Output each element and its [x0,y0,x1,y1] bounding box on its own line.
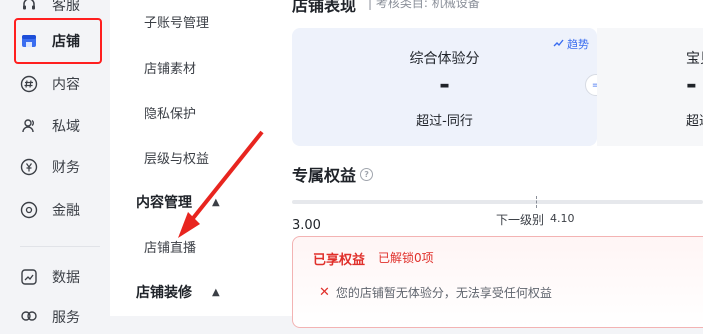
score-label: 综合体验分 [409,51,480,67]
current-score: 3.00 [292,218,321,233]
rail-item-private[interactable]: 私域 [20,109,106,143]
menu-section-content[interactable]: 内容管理 ▲ [136,192,220,212]
exclusive-rights-title: 专属权益 ? [292,162,374,186]
secondary-menu: 子账号管理 店铺素材 隐私保护 层级与权益 内容管理 ▲ 店铺直播 店铺装修 ▲ [110,0,273,316]
coin-icon [20,201,38,219]
chart-icon [20,268,38,286]
rail-item-finance[interactable]: 财务 [20,150,106,184]
menu-item-subaccount[interactable]: 子账号管理 [144,12,209,31]
rail-item-label: 数据 [52,270,80,286]
help-icon[interactable]: ? [360,167,374,181]
chevron-up-icon: ▲ [212,286,220,298]
yen-icon [20,158,38,176]
rail-item-label: 财务 [52,160,80,176]
section-label: 店铺装修 [136,285,192,301]
next-level-label: 下一级别 [496,213,545,227]
score-value: - [439,70,450,100]
level-progress-bar [292,200,703,204]
shop-performance-title: 店铺表现 [292,0,357,15]
rail-item-data[interactable]: 数据 [20,260,106,294]
next-level-score: 4.10 [550,212,575,225]
item-score-beat: 超过 [686,114,703,129]
close-icon: ✕ [319,285,330,300]
users-icon [20,117,38,135]
rail-item-label: 金融 [52,203,80,219]
menu-section-decoration[interactable]: 店铺装修 ▲ [136,282,220,302]
no-rights-message: ✕ 您的店铺暂无体验分，无法享受任何权益 [319,284,552,301]
left-rail: 客服 店铺 内容 私域 财务 金融 数据 服务 [0,0,110,326]
highlight-box [14,18,102,64]
rail-item-service[interactable]: 服务 [20,300,106,334]
category-label: | 考核类目: 机械设备 [368,0,480,10]
section-label: 内容管理 [136,195,192,211]
rail-item-label: 服务 [52,310,80,326]
menu-item-store-assets[interactable]: 店铺素材 [144,58,196,77]
chevron-up-icon: ▲ [212,196,220,208]
main-panel: 店铺表现 | 考核类目: 机械设备 趋势 综合体验分 - 超过-同行 = 宝贝 … [272,0,703,328]
no-rights-text: 您的店铺暂无体验分，无法享受任何权益 [335,286,552,300]
rail-item-label: 内容 [52,77,80,93]
menu-item-level-rights[interactable]: 层级与权益 [144,148,209,167]
enjoyed-count: 已解锁0项 [378,251,434,265]
service-icon [20,308,38,326]
next-level-marker [536,196,538,208]
item-score-value: - [686,70,697,100]
rail-item-label: 私域 [52,119,80,135]
rights-title-text: 专属权益 [292,166,357,185]
enjoyed-rights-panel: 已享权益 已解锁0项 ✕ 您的店铺暂无体验分，无法享受任何权益 [292,236,703,328]
score-beat: 超过-同行 [416,114,473,129]
item-score-label: 宝贝 [686,51,703,67]
rail-item-jinrong[interactable]: 金融 [20,193,106,227]
overall-score-card[interactable]: 趋势 综合体验分 - 超过-同行 [292,28,597,146]
menu-item-privacy[interactable]: 隐私保护 [144,103,196,122]
rail-item-content[interactable]: 内容 [20,67,106,101]
enjoyed-title: 已享权益 [313,253,366,268]
hashtag-icon [20,75,38,93]
rail-divider [20,246,100,247]
rail-item-label: 客服 [52,0,80,14]
headset-icon [20,0,38,14]
menu-item-store-live[interactable]: 店铺直播 [144,237,196,256]
